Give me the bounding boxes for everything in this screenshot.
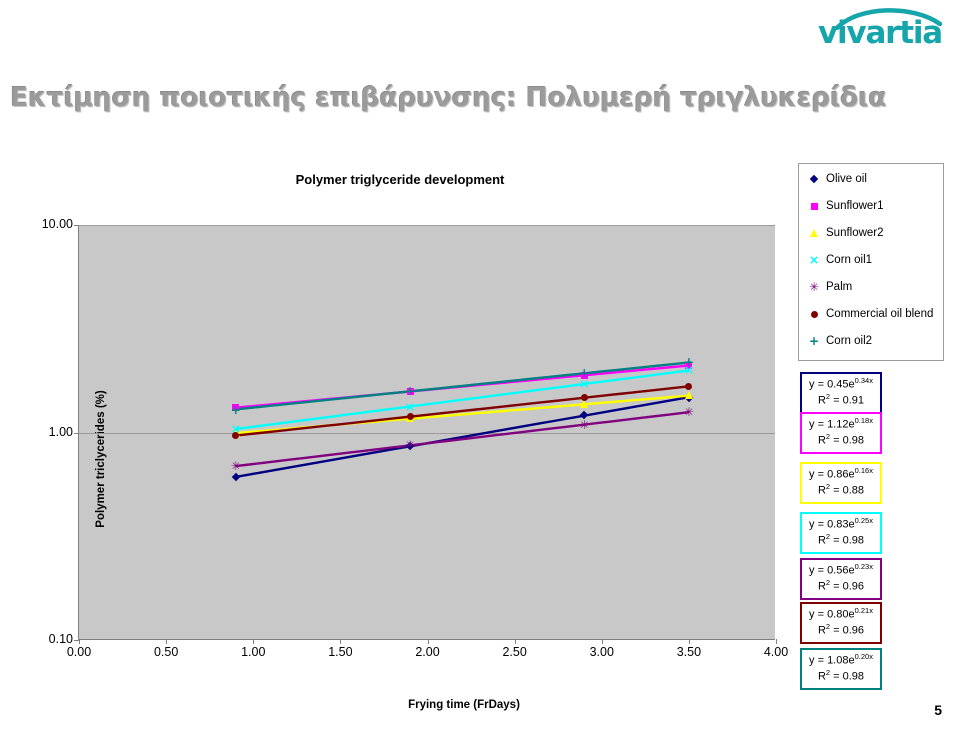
equation-box-sunflower2: y = 0.86e0.16x R2 = 0.88 xyxy=(800,462,882,504)
square-marker-icon xyxy=(807,199,821,213)
equation-text: y = 0.80e0.21x xyxy=(809,606,873,621)
x-tick-label: 0.50 xyxy=(153,645,179,659)
series-layer xyxy=(235,361,690,479)
triangle-marker-icon xyxy=(807,226,821,240)
legend-item-sunflower1[interactable]: Sunflower1 xyxy=(807,197,945,215)
equation-box-palm: y = 0.56e0.23x R2 = 0.96 xyxy=(800,558,882,600)
data-point: ✳ xyxy=(579,417,590,432)
equation-box-sunflower1: y = 1.12e0.18x R2 = 0.98 xyxy=(800,412,882,454)
equation-text: y = 0.56e0.23x xyxy=(809,562,873,577)
y-tick-label: 1.00 xyxy=(48,424,73,439)
trendline xyxy=(235,385,690,437)
equation-box-corn-oil1: y = 0.83e0.25x R2 = 0.98 xyxy=(800,512,882,554)
data-point: + xyxy=(405,384,416,399)
x-tick-label: 3.50 xyxy=(676,645,702,659)
y-tick-label: 10.00 xyxy=(41,217,73,231)
legend-item-olive-oil[interactable]: Olive oil xyxy=(807,170,945,188)
x-tick-label: 4.00 xyxy=(763,645,789,659)
legend-item-corn-oil1[interactable]: × Corn oil1 xyxy=(807,251,945,269)
data-point xyxy=(404,411,416,423)
legend-label: Sunflower1 xyxy=(826,200,884,212)
slide-canvas: vivartia Εκτίμηση ποιοτικής επιβάρυνσης:… xyxy=(0,0,960,730)
equation-box-olive-oil: y = 0.45e0.34x R2 = 0.91 xyxy=(800,372,882,414)
y-tick-label: 0.10 xyxy=(48,632,73,646)
equation-text: y = 0.86e0.16x xyxy=(809,466,873,481)
data-point: + xyxy=(579,366,590,381)
r-squared-text: R2 = 0.98 xyxy=(817,532,865,548)
legend-item-palm[interactable]: ✳ Palm xyxy=(807,278,945,296)
data-point: + xyxy=(230,402,241,417)
page-number: 5 xyxy=(934,702,942,718)
circle-marker-icon xyxy=(807,307,821,321)
legend-label: Corn oil2 xyxy=(826,335,873,347)
legend-label: Olive oil xyxy=(826,173,867,185)
chart-title: Polymer triglyceride development xyxy=(295,172,505,187)
equation-text: y = 1.08e0.20x xyxy=(809,652,873,667)
r-squared-text: R2 = 0.96 xyxy=(817,578,865,594)
x-tick-label: 2.00 xyxy=(415,645,440,659)
data-point: + xyxy=(683,354,694,369)
cross-marker-icon: × xyxy=(808,253,820,267)
data-point xyxy=(230,429,242,441)
logo-wordmark: vivartia xyxy=(818,15,943,51)
r-squared-text: R2 = 0.96 xyxy=(817,622,865,638)
equation-text: y = 0.83e0.25x xyxy=(809,516,873,531)
chart-container: Polymer triglyceride development Polymer… xyxy=(0,160,800,711)
star-marker-icon: ✳ xyxy=(808,280,820,294)
r-squared-text: R2 = 0.98 xyxy=(817,432,865,448)
legend-label: Commercial oil blend xyxy=(826,308,934,320)
vivartia-logo: vivartia xyxy=(818,8,948,56)
plus-marker-icon: + xyxy=(808,334,820,348)
equation-box-corn-oil2: y = 1.08e0.20x R2 = 0.98 xyxy=(800,648,882,690)
x-tick-label: 1.50 xyxy=(328,645,353,659)
legend-label: Sunflower2 xyxy=(826,227,884,239)
r-squared-text: R2 = 0.91 xyxy=(817,392,865,408)
data-point xyxy=(683,380,695,392)
x-tick-label: 1.00 xyxy=(241,645,266,659)
x-axis-label: Frying time (FrDays) xyxy=(408,699,520,711)
legend-item-commercial-oil-blend[interactable]: Commercial oil blend xyxy=(807,305,945,323)
chart-legend: Olive oil Sunflower1 Sunflower2 × Corn oil1 ✳… xyxy=(798,163,944,361)
x-tick-mark xyxy=(776,639,777,644)
data-point: ✳ xyxy=(683,405,694,420)
data-point: ✳ xyxy=(405,438,416,453)
x-tick-label: 3.00 xyxy=(589,645,614,659)
legend-item-corn-oil2[interactable]: + Corn oil2 xyxy=(807,332,945,350)
equation-text: y = 1.12e0.18x xyxy=(809,416,873,431)
trendline xyxy=(235,396,690,479)
plot-area: Polymer triclycerides (%) Frying time (F… xyxy=(42,218,788,711)
legend-label: Corn oil1 xyxy=(826,254,873,266)
equation-text: y = 0.45e0.34x xyxy=(809,376,873,391)
data-point: ✳ xyxy=(230,458,241,473)
data-point xyxy=(578,392,590,404)
r-squared-text: R2 = 0.88 xyxy=(817,482,865,498)
x-tick-label: 2.50 xyxy=(502,645,527,659)
x-tick-label: 0.00 xyxy=(66,645,92,659)
legend-item-sunflower2[interactable]: Sunflower2 xyxy=(807,224,945,242)
r-squared-text: R2 = 0.98 xyxy=(817,668,865,684)
diamond-marker-icon xyxy=(807,172,821,186)
equation-box-commercial-oil-blend: y = 0.80e0.21x R2 = 0.96 xyxy=(800,602,882,644)
legend-label: Palm xyxy=(826,281,853,293)
page-title: Εκτίμηση ποιοτικής επιβάρυνσης: Πολυμερή… xyxy=(10,82,887,113)
